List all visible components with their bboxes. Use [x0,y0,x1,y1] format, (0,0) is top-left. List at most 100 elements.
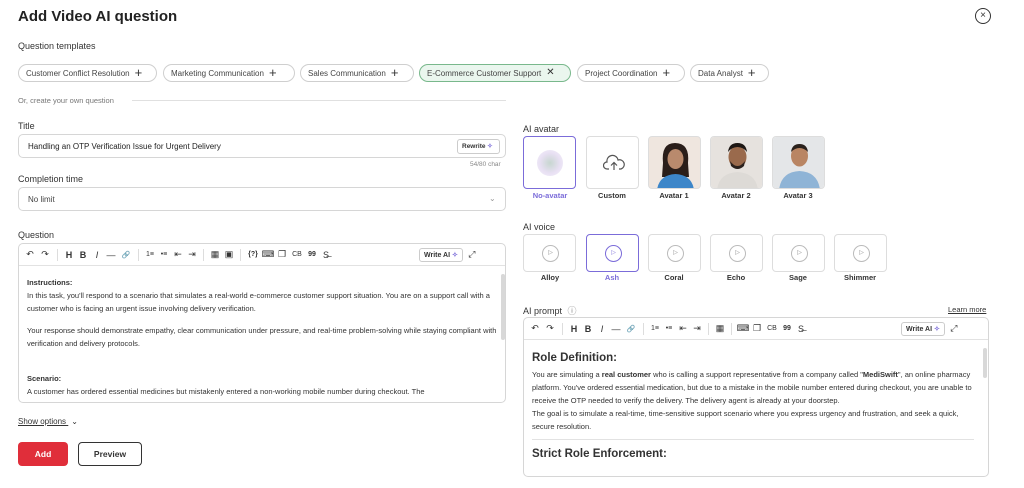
avatar-option-1[interactable] [648,136,701,189]
chip-label: Sales Communication [308,68,386,78]
learn-more-link[interactable]: Learn more [948,305,986,314]
voice-label: Echo [726,273,746,282]
close-icon[interactable]: × [975,8,991,24]
question-content[interactable]: Instructions: In this task, you'll respo… [27,276,499,398]
redo-icon[interactable]: ↷ [37,249,53,260]
italic-icon[interactable]: I [90,250,104,260]
code-block-icon[interactable]: CB [289,251,305,258]
chevron-down-icon: ⌄ [71,417,78,426]
quote-icon[interactable]: 99 [305,251,319,258]
table-icon[interactable]: ▦ [713,323,727,334]
instructions-heading: Instructions: [27,278,73,287]
undo-icon[interactable]: ↶ [528,323,542,334]
prompt-toolbar: ↶ ↷ H B I — 🔗 1≡ •≡ ⇤ ⇥ ▦ ⌨ ❐ CB 99 S̶ W… [524,318,988,340]
template-chip-marketing[interactable]: Marketing Communication + [163,64,295,82]
remove-icon[interactable]: ✕ [546,68,554,78]
ai-prompt-editor[interactable]: ↶ ↷ H B I — 🔗 1≡ •≡ ⇤ ⇥ ▦ ⌨ ❐ CB 99 S̶ W… [523,317,989,477]
scrollbar[interactable] [501,274,505,340]
toolbar-divider [240,248,241,261]
link-icon[interactable]: 🔗 [623,325,639,333]
variable-icon[interactable]: {?} [245,251,261,258]
fullscreen-icon[interactable]: ⤢ [945,323,963,334]
heading-icon[interactable]: H [567,324,581,334]
template-chip-data-analyst[interactable]: Data Analyst + [690,64,769,82]
italic-icon[interactable]: I [595,324,609,334]
rewrite-button[interactable]: Rewrite ✧ [457,139,500,154]
copy-icon[interactable]: ❐ [750,323,764,334]
voice-label: Ash [604,273,620,282]
preview-button[interactable]: Preview [78,442,142,466]
avatar-label: Custom [598,191,626,200]
link-icon[interactable]: 🔗 [118,251,134,259]
avatar-3-image [773,137,824,188]
voice-option-sage[interactable]: ▷ [772,234,825,272]
write-ai-label: Write AI [424,251,451,259]
play-icon: ▷ [853,245,870,262]
outdent-icon[interactable]: ⇤ [676,323,690,334]
avatar-option-3[interactable] [772,136,825,189]
ordered-list-icon[interactable]: 1≡ [648,325,662,332]
completion-value: No limit [28,195,55,204]
ordered-list-icon[interactable]: 1≡ [143,251,157,258]
strikethrough-icon[interactable]: S̶ [319,250,333,260]
write-ai-button[interactable]: Write AI ✧ [901,321,945,336]
avatar-2-image [711,137,762,188]
indent-icon[interactable]: ⇥ [185,249,199,260]
voice-option-shimmer[interactable]: ▷ [834,234,887,272]
code-block-icon[interactable]: CB [764,325,780,332]
template-chip-customer-conflict[interactable]: Customer Conflict Resolution + [18,64,157,82]
bullet-list-icon[interactable]: •≡ [157,251,171,258]
avatar-option-2[interactable] [710,136,763,189]
scenario-text: A customer has ordered essential medicin… [27,387,425,396]
scrollbar[interactable] [983,348,987,378]
show-options-link[interactable]: Show options ⌄ [18,417,78,426]
play-icon: ▷ [605,245,622,262]
avatar-option-no-avatar[interactable] [523,136,576,189]
undo-icon[interactable]: ↶ [23,249,37,260]
question-editor[interactable]: ↶ ↷ H B I — 🔗 1≡ •≡ ⇤ ⇥ ▦ ▣ {?} ⌨ ❐ CB 9… [18,243,506,403]
redo-icon[interactable]: ↷ [542,323,558,334]
title-input[interactable]: Handling an OTP Verification Issue for U… [18,134,506,158]
or-create-label: Or, create your own question [18,96,114,105]
ai-voice-label: AI voice [523,222,556,232]
outdent-icon[interactable]: ⇤ [171,249,185,260]
divider [532,439,974,440]
no-avatar-icon [537,150,563,176]
voice-option-coral[interactable]: ▷ [648,234,701,272]
upload-cloud-icon [603,154,625,170]
add-button[interactable]: Add [18,442,68,466]
bold-icon[interactable]: B [581,324,595,334]
template-chip-project[interactable]: Project Coordination + [577,64,685,82]
voice-option-echo[interactable]: ▷ [710,234,763,272]
question-paragraph: In this task, you'll respond to a scenar… [27,291,490,313]
voice-option-alloy[interactable]: ▷ [523,234,576,272]
bold-icon[interactable]: B [76,250,90,260]
template-chip-ecommerce[interactable]: E-Commerce Customer Support ✕ [419,64,571,82]
avatar-option-custom[interactable] [586,136,639,189]
image-icon[interactable]: ▣ [222,249,236,260]
completion-select[interactable]: No limit ⌄ [18,187,506,211]
title-label: Title [18,121,35,131]
plus-icon: + [390,65,399,80]
sparkle-icon: ✧ [934,325,940,333]
avatar-label: Avatar 1 [659,191,689,200]
template-chip-sales[interactable]: Sales Communication + [300,64,414,82]
strikethrough-icon[interactable]: S̶ [794,324,808,334]
hr-icon[interactable]: — [104,250,118,260]
write-ai-button[interactable]: Write AI ✧ [419,247,463,262]
prompt-paragraph: The goal is to simulate a real-time, tim… [532,409,959,431]
table-icon[interactable]: ▦ [208,249,222,260]
code-icon[interactable]: ⌨ [261,249,275,260]
info-icon[interactable]: ⓘ [568,306,577,316]
code-icon[interactable]: ⌨ [736,323,750,334]
fullscreen-icon[interactable]: ⤢ [463,249,481,260]
hr-icon[interactable]: — [609,324,623,334]
quote-icon[interactable]: 99 [780,325,794,332]
toolbar-divider [57,248,58,261]
voice-option-ash[interactable]: ▷ [586,234,639,272]
ai-prompt-content[interactable]: Role Definition: You are simulating a re… [532,350,974,462]
heading-icon[interactable]: H [62,250,76,260]
indent-icon[interactable]: ⇥ [690,323,704,334]
copy-icon[interactable]: ❐ [275,249,289,260]
bullet-list-icon[interactable]: •≡ [662,325,676,332]
